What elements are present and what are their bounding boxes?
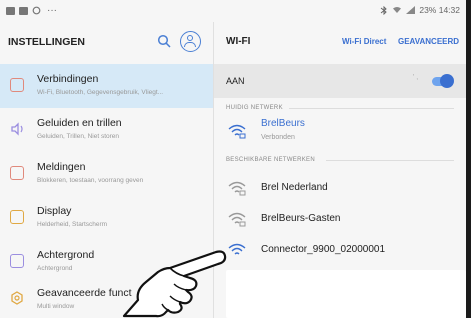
current-network-item[interactable]: BrelBeurs Verbonden: [214, 116, 466, 146]
display-icon: [10, 210, 24, 224]
notification-icons: ···: [6, 5, 57, 16]
sidebar-item-subtitle: Helderheid, Startscherm: [37, 221, 108, 228]
wifi-status-icon: [393, 7, 402, 13]
wifi-panel: WI-FI Wi-Fi Direct GEAVANCEERD AAN ' , H…: [214, 22, 466, 318]
sound-icon: [11, 122, 23, 136]
toggle-divider-icon: ' ,: [413, 74, 419, 81]
pointing-hand-icon: [122, 250, 227, 318]
blank-area: [226, 270, 466, 318]
wifi-icon: [228, 243, 246, 255]
network-name: BrelBeurs: [261, 118, 305, 129]
wifi-secured-icon: [228, 212, 246, 227]
network-status: Verbonden: [261, 134, 295, 141]
sidebar-item-title: Verbindingen: [37, 73, 99, 85]
battery-time-text: 23% 14:32: [419, 5, 460, 15]
section-divider: [326, 160, 454, 161]
sidebar-header: INSTELLINGEN: [0, 22, 213, 64]
gallery-notification-icon: [19, 6, 28, 15]
network-item[interactable]: Connector_9900_02000001: [214, 235, 466, 265]
wifi-toggle-knob[interactable]: [440, 74, 454, 88]
advanced-button[interactable]: GEAVANCEERD: [398, 37, 459, 46]
available-networks-section-label: BESCHIKBARE NETWERKEN: [226, 157, 315, 163]
sidebar-item-subtitle: Wi-Fi, Bluetooth, Gegevensgebruik, Vlieg…: [37, 89, 164, 96]
system-icons: 23% 14:32: [380, 5, 460, 15]
profile-body-icon: [184, 42, 196, 47]
profile-button[interactable]: [180, 31, 201, 52]
signal-icon: [406, 6, 416, 14]
network-name: BrelBeurs-Gasten: [261, 213, 341, 224]
sidebar-item-subtitle: Geluiden, Trillen, Niet storen: [37, 133, 120, 140]
sidebar-item-subtitle: Multi window: [37, 303, 75, 310]
sidebar-item-verbindingen[interactable]: Verbindingen Wi-Fi, Bluetooth, Gegevensg…: [0, 64, 213, 108]
network-name: Connector_9900_02000001: [261, 244, 385, 255]
device-frame: ··· 23% 14:32 INSTELLINGEN Verbindingen …: [0, 0, 471, 318]
sidebar-item-title: Display: [37, 205, 72, 217]
wifi-direct-button[interactable]: Wi-Fi Direct: [342, 37, 386, 46]
wifi-secured-icon: [228, 181, 246, 196]
sidebar-item-title: Achtergrond: [37, 249, 95, 261]
network-item[interactable]: BrelBeurs-Gasten: [214, 204, 466, 234]
wifi-toggle-label: AAN: [226, 76, 245, 86]
screen: ··· 23% 14:32 INSTELLINGEN Verbindingen …: [0, 0, 466, 318]
sidebar-item-geluiden[interactable]: Geluiden en trillen Geluiden, Trillen, N…: [0, 108, 213, 152]
sidebar-item-meldingen[interactable]: Meldingen Blokkeren, toestaan, voorrang …: [0, 152, 213, 196]
sync-icon: [32, 6, 41, 15]
profile-head-icon: [187, 35, 193, 41]
notifications-icon: [10, 166, 24, 180]
network-item[interactable]: Brel Nederland: [214, 173, 466, 203]
wifi-secured-icon: [228, 124, 246, 139]
page-title: WI-FI: [226, 36, 251, 47]
current-network-section-label: HUIDIG NETWERK: [226, 105, 283, 111]
sidebar-item-title: Geluiden en trillen: [37, 117, 122, 129]
connections-icon: [10, 78, 24, 92]
wallpaper-icon: [10, 254, 24, 268]
sidebar-item-display[interactable]: Display Helderheid, Startscherm: [0, 196, 213, 240]
sidebar-title: INSTELLINGEN: [8, 36, 86, 48]
wifi-toggle-row[interactable]: AAN ' ,: [214, 64, 466, 98]
sidebar-item-title: Meldingen: [37, 161, 86, 173]
more-notifications-icon: ···: [47, 5, 57, 16]
image-notification-icon: [6, 6, 15, 15]
search-icon[interactable]: [157, 34, 171, 48]
sidebar-item-subtitle: Achtergrond: [37, 265, 73, 272]
advanced-features-icon: [11, 291, 23, 305]
bluetooth-icon: [381, 5, 388, 15]
status-bar: ··· 23% 14:32: [0, 0, 466, 22]
section-divider: [289, 108, 454, 109]
sidebar-item-subtitle: Blokkeren, toestaan, voorrang geven: [37, 177, 144, 184]
network-name: Brel Nederland: [261, 182, 328, 193]
